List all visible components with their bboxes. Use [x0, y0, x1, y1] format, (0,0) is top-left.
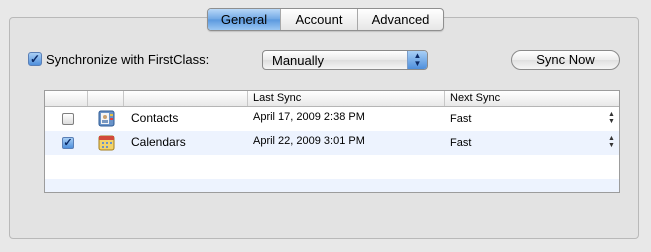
contacts-last-sync: April 17, 2009 2:38 PM: [253, 111, 365, 123]
sync-items-table: Last Sync Next Sync Contacts April 17, 2…: [44, 90, 620, 193]
contacts-icon: [98, 110, 115, 127]
column-header-last-sync[interactable]: Last Sync: [248, 91, 445, 106]
calendars-checkbox[interactable]: ✓: [62, 137, 74, 149]
tab-bar: General Account Advanced: [207, 8, 444, 31]
tab-advanced[interactable]: Advanced: [358, 9, 443, 30]
table-empty-row: [45, 179, 619, 192]
sync-now-button[interactable]: Sync Now: [511, 50, 620, 70]
column-header-name[interactable]: [124, 91, 248, 106]
column-header-icon[interactable]: [88, 91, 124, 106]
contacts-label: Contacts: [131, 111, 179, 125]
column-header-checkbox[interactable]: [45, 91, 88, 106]
contacts-checkbox[interactable]: [62, 113, 74, 125]
popup-arrows-icon: ▲ ▼: [407, 51, 427, 69]
sync-schedule-popup[interactable]: Manually ▲ ▼: [262, 50, 428, 70]
table-row[interactable]: ✓ Calendars April 22, 2009 3:01 PM Fast …: [45, 131, 619, 155]
calendars-label: Calendars: [131, 135, 186, 149]
tab-account[interactable]: Account: [281, 9, 358, 30]
calendars-last-sync: April 22, 2009 3:01 PM: [253, 135, 365, 147]
next-sync-stepper-icon[interactable]: ▲ ▼: [608, 111, 615, 125]
synchronize-checkbox[interactable]: ✓: [28, 52, 42, 66]
table-header: Last Sync Next Sync: [45, 91, 619, 107]
next-sync-stepper-icon[interactable]: ▲ ▼: [608, 135, 615, 149]
table-row[interactable]: Contacts April 17, 2009 2:38 PM Fast ▲ ▼: [45, 107, 619, 131]
sync-schedule-value: Manually: [272, 53, 325, 68]
contacts-next-sync[interactable]: Fast: [450, 113, 471, 125]
calendars-next-sync[interactable]: Fast: [450, 137, 471, 149]
column-header-next-sync[interactable]: Next Sync: [445, 91, 619, 106]
calendars-icon: [98, 135, 115, 151]
tab-general[interactable]: General: [208, 9, 281, 30]
synchronize-label: Synchronize with FirstClass:: [46, 52, 210, 67]
